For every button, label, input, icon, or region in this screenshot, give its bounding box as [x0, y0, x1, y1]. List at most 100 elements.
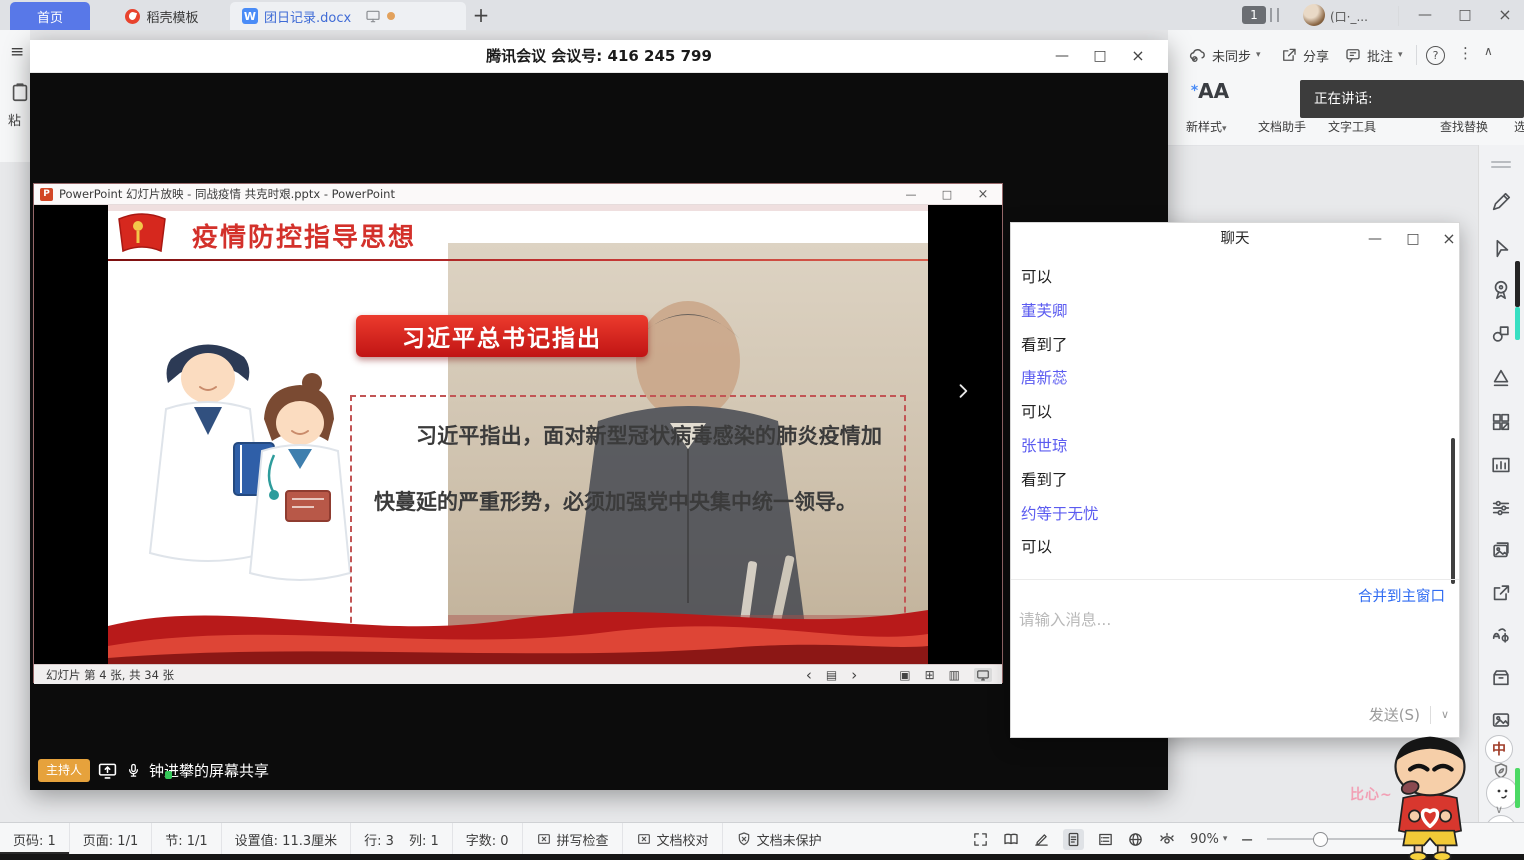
statusbar-setting[interactable]: 设置值: 11.3厘米 [222, 823, 351, 855]
meeting-close-button[interactable]: × [1120, 40, 1156, 72]
ppt-minimize-button[interactable]: — [896, 184, 926, 205]
tab-home[interactable]: 首页 [10, 2, 90, 30]
chat-close-button[interactable]: × [1431, 223, 1467, 255]
eye-protection-icon[interactable] [1157, 830, 1177, 848]
chat-maximize-button[interactable]: □ [1395, 223, 1431, 255]
chat-minimize-button[interactable]: — [1357, 223, 1393, 255]
next-slide-button[interactable]: › [851, 666, 857, 684]
chat-scrollbar-thumb[interactable] [1451, 438, 1455, 584]
chat-sender-name[interactable]: 董芙卿 [1021, 295, 1441, 329]
chat-sender-name[interactable]: 张世琼 [1021, 430, 1441, 464]
chat-divider [1011, 579, 1459, 580]
share-label: 分享 [1303, 46, 1329, 65]
tab-document-label: 团日记录.docx [264, 7, 351, 26]
mic-level-indicator [165, 771, 172, 779]
sidebar-scrollbar-teal[interactable] [1515, 307, 1520, 340]
ppt-close-button[interactable]: × [968, 184, 998, 205]
zoom-level: 90% [1190, 832, 1219, 847]
archive-box-icon[interactable] [1490, 666, 1512, 688]
chat-message: 看到了 [1021, 329, 1441, 363]
print-layout-icon [1065, 831, 1082, 848]
pen-tool-icon[interactable] [1490, 191, 1512, 213]
chart-icon[interactable] [1490, 454, 1512, 476]
statusbar-page[interactable]: 页面: 1/1 [70, 823, 152, 855]
expand-panel-chevron-icon[interactable] [953, 376, 973, 406]
zoom-level-control[interactable]: 90% ▾ [1190, 832, 1227, 847]
collapse-ribbon-button[interactable]: ∧ [1484, 44, 1493, 58]
outline-view-icon[interactable] [1097, 831, 1114, 848]
zoom-out-button[interactable]: − [1240, 830, 1253, 849]
help-button[interactable]: ? [1426, 46, 1445, 65]
stamp-icon[interactable] [1490, 367, 1512, 389]
chat-message: 看到了 [1021, 464, 1441, 498]
window-count-badge[interactable]: 1 [1242, 6, 1266, 24]
chat-sender-name[interactable]: 唐新蕊 [1021, 362, 1441, 396]
comment-button[interactable]: 批注 ▾ [1344, 44, 1403, 66]
proofread-button[interactable]: 文档校对 [623, 823, 723, 855]
view-slideshow-button[interactable] [974, 668, 992, 682]
tab-document[interactable]: W 团日记录.docx [230, 2, 466, 30]
sync-label: 未同步 [1212, 46, 1251, 65]
view-reading-button[interactable]: ▥ [949, 668, 960, 682]
prev-slide-button[interactable]: ‹ [806, 666, 812, 684]
chat-input[interactable] [1017, 607, 1361, 633]
view-normal-button[interactable]: ▣ [899, 668, 910, 682]
sidebar-handle-icon[interactable] [1491, 161, 1511, 163]
text-tool-label[interactable]: 文字工具 [1328, 118, 1376, 135]
image-library-icon[interactable] [1490, 539, 1512, 561]
sidebar-handle-icon[interactable] [1491, 166, 1511, 168]
statusbar-page-no[interactable]: 页码: 1 [0, 823, 70, 855]
member-badge-icon[interactable] [1490, 279, 1512, 301]
window-list-icon[interactable] [1270, 8, 1279, 22]
write-mode-icon[interactable] [1033, 831, 1050, 848]
shapes-icon[interactable] [1490, 323, 1512, 345]
paste-clipboard-icon[interactable] [9, 80, 31, 104]
select-label-clipped[interactable]: 选 [1514, 118, 1524, 135]
chat-sender-name[interactable]: 约等于无忧 [1021, 498, 1441, 532]
sync-button[interactable]: 未同步 ▾ [1188, 44, 1261, 66]
settings-sliders-icon[interactable] [1490, 497, 1512, 519]
new-tab-button[interactable]: + [466, 1, 496, 29]
web-layout-icon[interactable] [1127, 831, 1144, 848]
merge-to-main-link[interactable]: 合并到主窗口 [1358, 585, 1445, 606]
statusbar-words[interactable]: 字数: 0 [453, 823, 523, 855]
slide-menu-button[interactable]: ▤ [826, 668, 837, 682]
bottom-edge [0, 854, 1524, 860]
apps-grid-icon[interactable] [1490, 411, 1512, 433]
protection-status[interactable]: 文档未保护 [723, 823, 835, 855]
find-replace-label[interactable]: 查找替换 [1440, 118, 1488, 135]
app-minimize-button[interactable]: — [1408, 0, 1442, 30]
view-sorter-button[interactable]: ⊞ [925, 668, 935, 682]
sidebar-green-slider[interactable] [1515, 768, 1520, 808]
share-status-row: 主持人 钟进攀的屏幕共享 [38, 759, 269, 782]
share-button[interactable]: 分享 [1280, 44, 1329, 66]
screen: 首页 稻壳模板 W 团日记录.docx + 1 (口·_... — □ × ≡ … [0, 0, 1524, 860]
send-options-chevron-icon[interactable]: ∨ [1441, 708, 1449, 721]
sidebar-scrollbar-dark[interactable] [1515, 261, 1520, 307]
app-close-button[interactable]: × [1488, 0, 1522, 30]
new-style-button[interactable]: *AA [1190, 76, 1230, 106]
tab-home-label: 首页 [37, 7, 63, 26]
menu-icon[interactable]: ≡ [10, 42, 24, 62]
ppt-maximize-button[interactable]: □ [932, 184, 962, 205]
meeting-minimize-button[interactable]: — [1044, 40, 1080, 72]
new-style-label: 新样式▾ [1186, 118, 1227, 135]
translate-icon[interactable] [1490, 624, 1512, 646]
app-restore-button[interactable]: □ [1448, 0, 1482, 30]
read-mode-icon[interactable] [1002, 830, 1020, 848]
cursor-tool-icon[interactable] [1490, 238, 1512, 260]
chevron-down-icon: ▾ [1223, 834, 1228, 844]
statusbar-section[interactable]: 节: 1/1 [152, 823, 221, 855]
user-avatar[interactable] [1303, 4, 1325, 26]
export-share-icon[interactable] [1490, 582, 1512, 604]
tab-docer[interactable]: 稻壳模板 [96, 2, 228, 30]
screen-share-icon [97, 760, 118, 781]
fullscreen-icon[interactable] [972, 831, 989, 848]
zoom-slider-knob[interactable] [1313, 832, 1328, 847]
spellcheck-button[interactable]: 拼写检查 [523, 823, 623, 855]
more-button[interactable]: ⋮ [1458, 44, 1473, 62]
meeting-maximize-button[interactable]: □ [1082, 40, 1118, 72]
print-layout-button[interactable] [1063, 829, 1084, 850]
paste-label: 粘 [8, 110, 21, 129]
slide-header-title: 疫情防控指导思想 [192, 217, 416, 254]
